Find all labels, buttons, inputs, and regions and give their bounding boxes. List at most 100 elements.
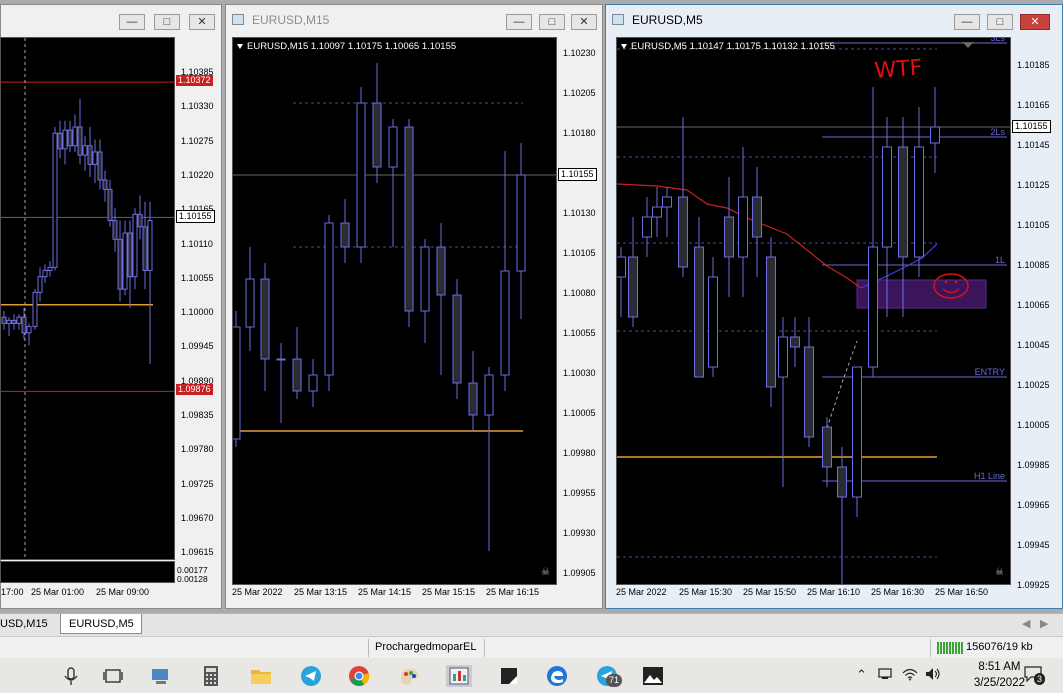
telegram-icon-2[interactable]: 71 — [596, 665, 623, 687]
chart-canvas[interactable]: 3Ls 2Ls 1L ENTRY H1 Line WTF EURUSD,M5 1.1014… — [616, 37, 1011, 585]
title-bar[interactable]: — □ ✕ — [1, 5, 221, 35]
status-separator — [368, 639, 369, 657]
price-tick-label: 1.10230 — [563, 48, 596, 58]
candle-body — [404, 126, 414, 312]
candle-body — [778, 336, 788, 378]
price-tick-label: 1.10125 — [1017, 180, 1050, 190]
maximize-button[interactable]: □ — [987, 14, 1013, 30]
network-device-icon[interactable] — [878, 667, 894, 684]
chart-canvas[interactable] — [0, 37, 175, 560]
sticky-notes-icon[interactable] — [498, 665, 520, 687]
price-tick-label: 1.09615 — [181, 547, 214, 558]
price-tick-label: 1.10085 — [1017, 260, 1050, 270]
clock-time: 8:51 AM — [978, 661, 1021, 673]
candle-body — [77, 126, 83, 156]
time-tick-label: 25 Mar 13:15 — [294, 587, 348, 597]
price-tick-label: 1.10005 — [563, 408, 596, 418]
metatrader-icon[interactable] — [446, 665, 472, 687]
telegram-icon[interactable] — [300, 665, 322, 687]
system-clock[interactable]: 8:51 AM 3/25/2022 — [974, 659, 1025, 691]
price-tick-label: 1.09955 — [563, 488, 596, 498]
maximize-button[interactable]: □ — [154, 14, 180, 30]
candle-body — [804, 346, 814, 438]
time-tick-label: 25 Mar 15:15 — [422, 587, 476, 597]
file-explorer-icon[interactable] — [250, 665, 272, 687]
candle-body — [292, 358, 302, 392]
price-tick-label: 1.10105 — [1017, 220, 1050, 230]
smiley-eye — [954, 280, 958, 284]
price-tick-label: 1.10025 — [1017, 380, 1050, 390]
price-tick-label: 1.10005 — [1017, 420, 1050, 430]
chart-window-middle[interactable]: EURUSD,M15 — □ ✕ EURUSD,M15 1.10097 1.10… — [225, 4, 603, 609]
price-tick-label: 1.09945 — [181, 341, 214, 352]
task-view-icon[interactable] — [102, 665, 124, 687]
minimize-button[interactable]: — — [119, 14, 145, 30]
price-tick-label: 1.09835 — [181, 410, 214, 420]
price-tick-label: 1.10105 — [563, 248, 596, 258]
indicator-subwindow[interactable] — [0, 561, 175, 583]
candle-body — [617, 256, 626, 278]
paint-icon[interactable] — [398, 665, 420, 687]
candle-body — [694, 246, 704, 378]
tab-eurusd-m15[interactable]: USD,M15 — [0, 614, 58, 634]
time-axis: 25 Mar 2022 25 Mar 13:15 25 Mar 14:15 25 Ma… — [232, 587, 557, 601]
scroll-right-icon[interactable]: ▶ — [1040, 617, 1048, 630]
current-price-label: 1.10155 — [558, 168, 597, 181]
one-click-icon[interactable]: ☠ — [541, 567, 550, 578]
price-axis: 1.10230 1.10205 1.10180 1.10155 1.10130 1.101… — [557, 37, 603, 585]
volume-icon[interactable] — [925, 667, 941, 684]
maximize-button[interactable]: □ — [539, 14, 565, 30]
chart-window-left[interactable]: — □ ✕ 1.10385 1.10330 1.10275 1.10220 1.1016… — [0, 4, 222, 609]
candle-body — [92, 151, 98, 165]
tab-eurusd-m5[interactable]: EURUSD,M5 — [60, 614, 142, 634]
candle-body — [516, 174, 526, 272]
candle-body — [57, 132, 63, 150]
notification-count: 3 — [1034, 673, 1046, 685]
price-tick-label: 1.10080 — [563, 288, 596, 298]
candle-body — [6, 319, 12, 324]
chrome-icon[interactable] — [348, 665, 370, 687]
chart-tab-bar: USD,M15 EURUSD,M5 ◀ ▶ — [0, 613, 1063, 636]
edge-icon[interactable] — [546, 665, 568, 687]
candle-body — [122, 232, 128, 290]
wifi-icon[interactable] — [902, 667, 918, 684]
computer-icon[interactable] — [150, 665, 172, 687]
chart-window-right[interactable]: EURUSD,M5 — □ ✕ 3Ls 2Ls 1L ENTRY H1 Line WTF … — [605, 4, 1063, 630]
photos-icon[interactable] — [642, 665, 664, 687]
candle-body — [388, 126, 398, 168]
level-line-label: 3Ls — [990, 38, 1005, 43]
candle-body — [340, 222, 350, 248]
notifications-icon[interactable]: 3 — [1024, 666, 1046, 685]
close-button[interactable]: ✕ — [189, 14, 215, 30]
close-button[interactable]: ✕ — [1020, 14, 1050, 30]
dropdown-triangle-icon[interactable] — [237, 44, 243, 49]
show-hidden-icons-icon[interactable]: ⌃ — [856, 667, 867, 683]
time-tick-label: 25 Mar 2022 — [232, 587, 283, 597]
close-button[interactable]: ✕ — [571, 14, 597, 30]
level-line-label: H1 Line — [974, 471, 1005, 481]
price-tick-label: 1.10065 — [1017, 300, 1050, 310]
microphone-icon[interactable] — [60, 665, 82, 687]
window-title: EURUSD,M15 — [252, 13, 330, 27]
time-tick-label: 25 Mar 16:15 — [486, 587, 540, 597]
one-click-icon[interactable]: ☠ — [995, 567, 1004, 578]
telegram-badge: 71 — [606, 674, 623, 687]
chart-shift-marker — [962, 42, 974, 48]
connection-bars-icon — [937, 642, 963, 654]
price-axis: 1.10185 1.10165 1.10145 1.10125 1.10105 1.100… — [1011, 37, 1057, 630]
chart-canvas[interactable]: EURUSD,M15 1.10097 1.10175 1.10065 1.101… — [232, 37, 557, 585]
chart-svg — [1, 38, 174, 559]
candle-body — [67, 129, 73, 147]
candle-body — [42, 269, 48, 278]
minimize-button[interactable]: — — [506, 14, 532, 30]
dropdown-triangle-icon[interactable] — [621, 44, 627, 49]
candle-body — [452, 294, 462, 384]
time-tick-label: 25 Mar 09:00 — [96, 587, 150, 597]
calculator-icon[interactable] — [200, 665, 222, 687]
minimize-button[interactable]: — — [954, 14, 980, 30]
scroll-left-icon[interactable]: ◀ — [1022, 617, 1030, 630]
windows-taskbar: 71 ⌃ 8:51 AM 3/25/2022 3 — [0, 658, 1063, 693]
title-bar[interactable]: EURUSD,M5 — □ ✕ — [606, 5, 1062, 35]
title-bar[interactable]: EURUSD,M15 — □ ✕ — [226, 5, 602, 35]
candle-body — [233, 326, 241, 440]
